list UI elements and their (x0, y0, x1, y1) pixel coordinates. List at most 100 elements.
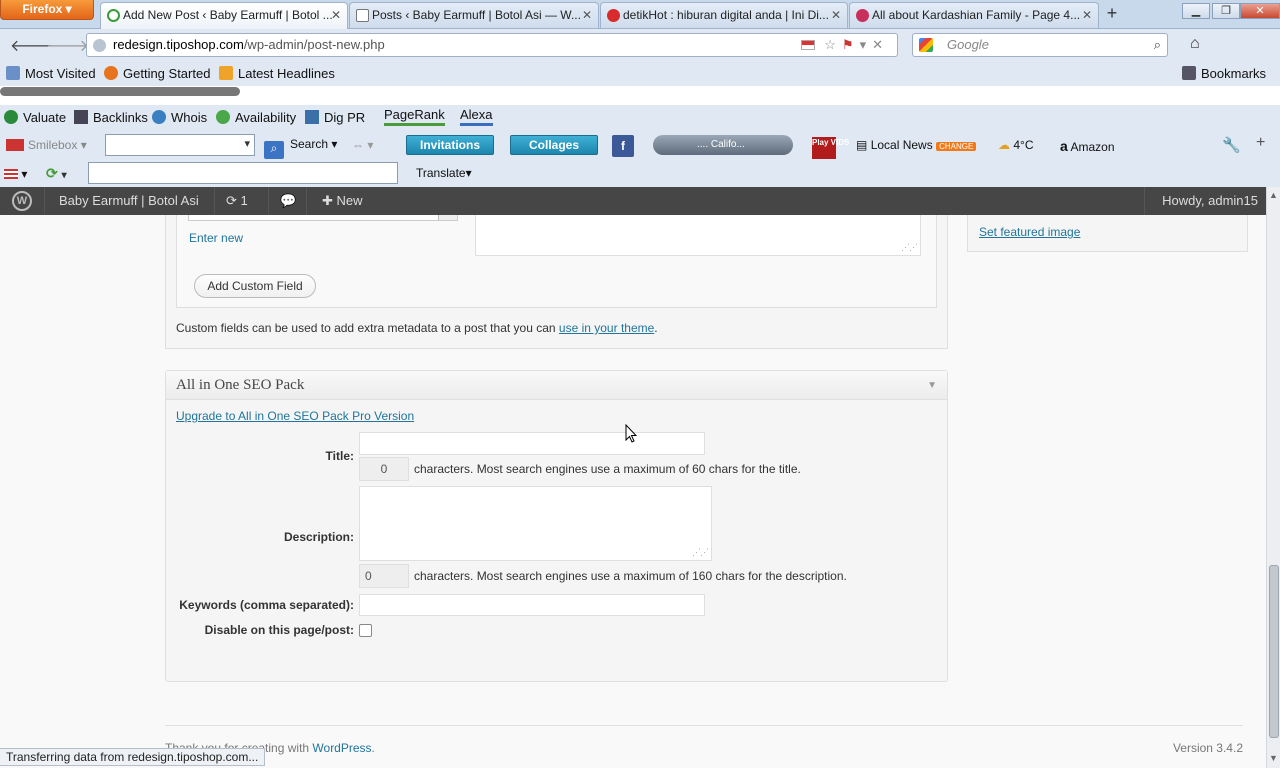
add-toolbar-icon[interactable]: + (1256, 134, 1265, 152)
star-icon[interactable]: ☆ (824, 37, 842, 52)
bookmarks-menu[interactable]: Bookmarks (1182, 66, 1266, 81)
bookmark-getting-started[interactable]: Getting Started (104, 66, 210, 81)
bookmark-latest-headlines[interactable]: Latest Headlines (219, 66, 335, 81)
custom-field-key-select[interactable] (188, 215, 458, 221)
weather-button[interactable]: ☁ 4°C (998, 138, 1033, 152)
resize-grip-icon[interactable]: ⋰⋰ (692, 547, 709, 558)
url-actions: ☆⚑▾✕ (800, 34, 889, 56)
page-scrollbar[interactable]: ▲ ▼ (1266, 187, 1280, 768)
playvids-button[interactable]: Play VIDS (812, 134, 849, 159)
highlight-icon[interactable]: ⇔ ▾ (352, 138, 373, 152)
seo-description-textarea[interactable]: ⋰⋰ (359, 486, 712, 561)
playvids-icon: Play VIDS (812, 137, 849, 159)
scroll-down-icon[interactable]: ▼ (1269, 753, 1278, 763)
alexa-indicator[interactable]: Alexa (460, 107, 493, 126)
url-bar[interactable]: redesign.tiposhop.com/wp-admin/post-new.… (86, 33, 898, 57)
new-content-link[interactable]: ✚ New (322, 193, 363, 209)
wordpress-logo-icon[interactable]: W (12, 191, 32, 211)
wrench-icon[interactable]: 🔧 (1222, 136, 1241, 154)
toolbar-search-combo[interactable] (105, 134, 255, 156)
toolbar-search-button[interactable]: ⌕ Search ▾ (264, 137, 337, 159)
seo-disable-checkbox[interactable] (359, 624, 372, 637)
restore-icon[interactable]: ❐ (1212, 3, 1240, 19)
media-player[interactable]: .... Califo... (653, 135, 793, 155)
dollar-icon (4, 110, 18, 124)
facebook-button[interactable]: f (612, 135, 634, 157)
seo-title-input[interactable] (359, 432, 705, 455)
scroll-up-icon[interactable]: ▲ (1269, 190, 1278, 200)
translate-input[interactable] (88, 162, 398, 184)
tab-title: detikHot : hiburan digital anda | Ini Di… (623, 8, 829, 22)
comments-icon[interactable]: 💬 (280, 193, 296, 209)
search-bar[interactable]: Google ⌕ (912, 33, 1168, 57)
loading-icon (107, 9, 120, 22)
translate-menu[interactable]: Translate▾ (416, 166, 472, 180)
custom-fields-help: Custom fields can be used to add extra m… (176, 321, 658, 335)
flag-menu[interactable]: ▾ (4, 167, 27, 181)
resize-grip-icon[interactable]: ⋰⋰ (901, 242, 918, 253)
backlinks-button[interactable]: Backlinks (74, 110, 148, 125)
amazon-button[interactable]: a Amazon (1060, 138, 1115, 154)
tab-detikhot[interactable]: detikHot : hiburan digital anda | Ini Di… (600, 2, 848, 28)
flag-icon[interactable] (800, 40, 815, 50)
divider (268, 187, 269, 215)
toolbar-label: Dig PR (324, 110, 366, 125)
collages-button[interactable]: Collages (510, 135, 598, 155)
site-name-link[interactable]: Baby Earmuff | Botol Asi (59, 193, 199, 208)
upgrade-pro-link[interactable]: Upgrade to All in One SEO Pack Pro Versi… (176, 409, 414, 423)
amazon-label: Amazon (1070, 140, 1115, 154)
close-tab-icon[interactable]: ✕ (331, 3, 341, 27)
bookmark-most-visited[interactable]: Most Visited (6, 66, 96, 81)
local-news-button[interactable]: ▤ Local News CHANGE (856, 138, 977, 152)
search-icon[interactable]: ⌕ (1154, 34, 1161, 56)
tab-add-new-post[interactable]: Add New Post ‹ Baby Earmuff | Botol ... … (100, 2, 348, 29)
use-in-theme-link[interactable]: use in your theme (559, 321, 654, 335)
tab-title: Add New Post ‹ Baby Earmuff | Botol ... (123, 8, 333, 22)
search-icon: ⌕ (264, 141, 284, 159)
smilebox-menu[interactable]: Smilebox ▾ (6, 138, 87, 152)
network-icon (305, 110, 319, 124)
change-badge[interactable]: CHANGE (936, 142, 977, 151)
firefox-menu-button[interactable]: Firefox ▾ (0, 0, 94, 20)
custom-field-value[interactable]: ⋰⋰ (475, 215, 921, 256)
site-identity-icon[interactable] (93, 39, 106, 52)
availability-button[interactable]: Availability (216, 110, 296, 125)
minimize-icon[interactable]: ▁ (1182, 3, 1210, 19)
google-icon[interactable] (919, 38, 933, 52)
forward-icon[interactable]: 🡒 (46, 35, 89, 56)
tab-title: Posts ‹ Baby Earmuff | Botol Asi — W... (372, 8, 581, 22)
home-icon[interactable]: ⌂ (1190, 35, 1200, 53)
add-custom-field-button[interactable]: Add Custom Field (194, 274, 316, 298)
tab-posts[interactable]: Posts ‹ Baby Earmuff | Botol Asi — W... … (349, 2, 599, 28)
enter-new-link[interactable]: Enter new (189, 231, 243, 245)
wordpress-link[interactable]: WordPress (312, 741, 371, 755)
scrollbar-thumb[interactable] (1269, 565, 1279, 738)
divider (1144, 187, 1145, 215)
flag-menu-icon[interactable]: ⚑ (842, 37, 860, 52)
collapse-arrow-icon[interactable]: ▼ (927, 371, 937, 400)
navigation-bar: 🡐 🡒 redesign.tiposhop.com/wp-admin/post-… (0, 29, 1280, 62)
new-tab-icon[interactable]: + (1101, 4, 1123, 24)
close-tab-icon[interactable]: ✕ (1082, 3, 1092, 27)
dropdown-icon[interactable]: ▾ (860, 37, 873, 52)
close-tab-icon[interactable]: ✕ (582, 3, 592, 27)
user-account-menu[interactable]: Howdy, admin15 (1162, 193, 1258, 208)
horizontal-scrollbar[interactable] (0, 87, 240, 96)
whois-button[interactable]: Whois (152, 110, 207, 125)
seo-keywords-input[interactable] (359, 594, 705, 616)
stop-icon[interactable]: ✕ (872, 37, 889, 52)
weather-label: 4°C (1013, 138, 1034, 152)
seo-pack-header[interactable]: All in One SEO Pack ▼ (166, 371, 947, 400)
updates-link[interactable]: ⟳ 1 (226, 193, 248, 209)
invitations-button[interactable]: Invitations (406, 135, 494, 155)
bookmark-label: Getting Started (123, 66, 211, 81)
custom-fields-box: Enter new ⋰⋰ Add Custom Field Custom fie… (165, 215, 948, 349)
dig-pr-button[interactable]: Dig PR (305, 110, 365, 125)
set-featured-image-link[interactable]: Set featured image (979, 225, 1080, 239)
tab-kardashian[interactable]: All about Kardashian Family - Page 4... … (849, 2, 1099, 28)
close-tab-icon[interactable]: ✕ (831, 3, 841, 27)
pagerank-indicator[interactable]: PageRank (384, 107, 445, 126)
valuate-button[interactable]: Valuate (4, 110, 66, 125)
close-window-icon[interactable]: ✕ (1240, 3, 1280, 19)
refresh-toolbar-icon[interactable]: ⟳ ▾ (46, 165, 67, 182)
